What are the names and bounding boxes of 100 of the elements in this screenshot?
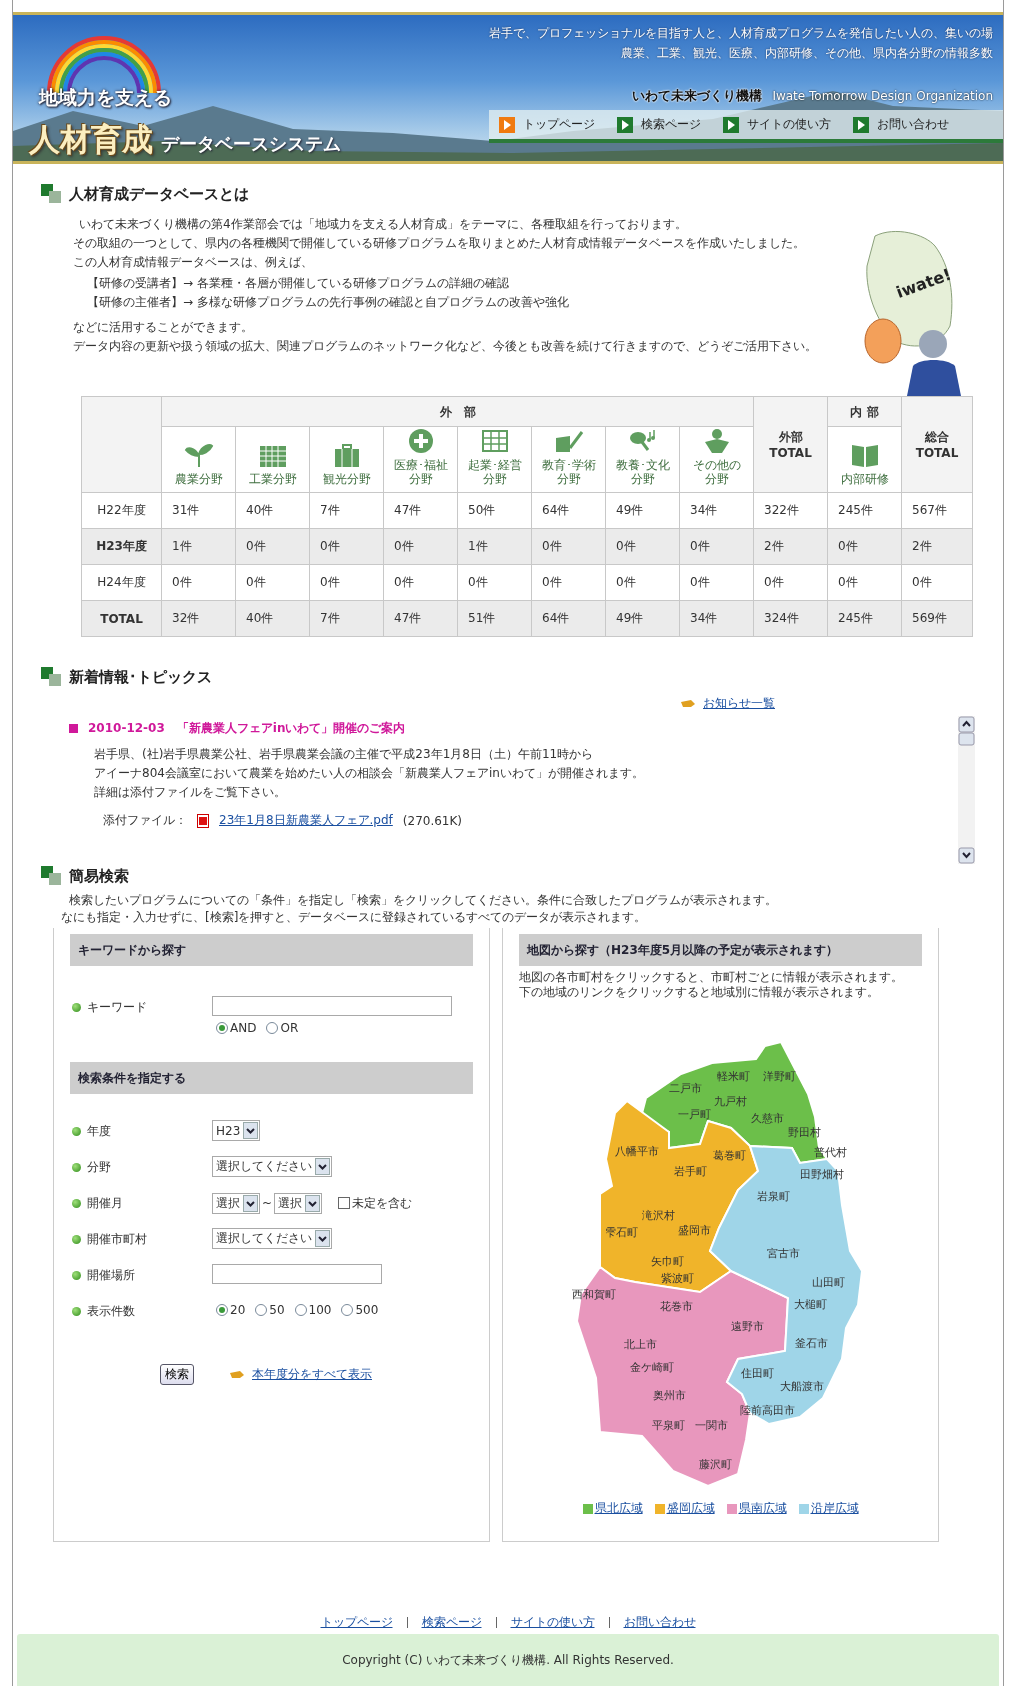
town-label[interactable]: 盛岡市 xyxy=(677,1222,711,1238)
select-field[interactable]: 選択 xyxy=(212,1192,260,1214)
pencil-icon xyxy=(681,698,695,709)
table-cell: 49件 xyxy=(605,492,680,529)
keyword-input[interactable] xyxy=(212,996,452,1016)
footer-link[interactable]: トップページ xyxy=(306,1617,407,1628)
region-link[interactable]: 県南広域 xyxy=(738,1500,787,1517)
radio-button[interactable] xyxy=(266,1022,279,1034)
news-list-link[interactable]: お知らせ一覧 xyxy=(703,695,775,712)
select-field[interactable]: 選択してください xyxy=(212,1156,332,1177)
category-label: 観光分野 xyxy=(322,472,371,486)
radio-button[interactable] xyxy=(294,1304,307,1316)
table-cell: 34件 xyxy=(679,600,754,637)
town-label[interactable]: 雫石町 xyxy=(604,1224,638,1240)
town-label[interactable]: 藤沢町 xyxy=(698,1456,732,1472)
grid-icon xyxy=(479,428,510,454)
town-label[interactable]: 一関市 xyxy=(694,1417,728,1433)
town-label[interactable]: 葛巻町 xyxy=(712,1147,746,1163)
organization-name: いわて未来づくり機構 xyxy=(632,87,763,105)
town-label[interactable]: 釜石市 xyxy=(794,1335,828,1351)
town-label[interactable]: 金ケ崎町 xyxy=(630,1359,674,1375)
pdf-icon xyxy=(197,813,209,828)
radio-option[interactable]: 100 xyxy=(294,1303,332,1317)
town-label[interactable]: 平泉町 xyxy=(651,1417,685,1433)
square-icon xyxy=(69,724,78,733)
row-header: H23年度 xyxy=(81,528,162,565)
town-label[interactable]: 奥州市 xyxy=(652,1387,686,1403)
table-cell: 7件 xyxy=(309,492,384,529)
section-icon xyxy=(41,866,63,886)
select-field[interactable]: 選択してください xyxy=(212,1228,332,1249)
show-all-link[interactable]: 本年度分をすべて表示 xyxy=(252,1366,372,1383)
footer-link[interactable]: 検索ページ xyxy=(406,1617,496,1628)
town-label[interactable]: 九戸村 xyxy=(713,1093,747,1109)
town-label[interactable]: 遠野市 xyxy=(730,1318,764,1334)
town-label[interactable]: 宮古市 xyxy=(766,1245,800,1261)
attachment-link[interactable]: 23年1月8日新農業人フェア.pdf xyxy=(219,812,393,829)
caret-icon xyxy=(315,1230,330,1247)
category-label: その他の xyxy=(692,458,741,472)
caret-icon xyxy=(305,1194,321,1212)
town-label[interactable]: 大槌町 xyxy=(793,1296,827,1312)
town-label[interactable]: 八幡平市 xyxy=(615,1143,659,1159)
radio-button[interactable] xyxy=(216,1022,228,1034)
town-label[interactable]: 大船渡市 xyxy=(780,1378,824,1394)
copyright-text: Copyright (C) いわて未来づくり機構. All Rights Reserved. xyxy=(342,1651,674,1669)
town-label[interactable]: 紫波町 xyxy=(660,1270,694,1286)
checkbox-option[interactable]: 未定を含む xyxy=(338,1194,413,1212)
radio-button[interactable] xyxy=(255,1304,268,1316)
town-label[interactable]: 洋野町 xyxy=(762,1068,796,1084)
tagline: 農業、工業、観光、医療、内部研修、その他、県内各分野の情報多数 xyxy=(621,45,993,62)
table-cell: 47件 xyxy=(383,492,458,529)
town-label[interactable]: 住田町 xyxy=(740,1365,774,1381)
search-intro-text: 検索したいプログラムについての「条件」を指定し「検索」をクリックしてください。条件に合致したプログラムが表示されます。 xyxy=(68,892,778,909)
table-cell: 0件 xyxy=(679,528,754,565)
town-label[interactable]: 西和賀町 xyxy=(572,1286,616,1302)
town-label[interactable]: 田野畑村 xyxy=(800,1166,844,1182)
town-label[interactable]: 軽米町 xyxy=(716,1068,750,1084)
radio-option[interactable]: 500 xyxy=(341,1303,379,1317)
table-header-text: TOTAL xyxy=(915,444,959,461)
town-label[interactable]: 滝沢村 xyxy=(641,1207,675,1223)
caret-icon xyxy=(315,1158,330,1175)
table-cell: 0件 xyxy=(531,528,606,565)
section-title: 簡易検索 xyxy=(69,866,129,886)
radio-option[interactable]: 20 xyxy=(216,1303,246,1317)
town-label[interactable]: 二戸市 xyxy=(668,1080,702,1096)
search-button[interactable]: 検索 xyxy=(160,1364,194,1385)
radio-button[interactable] xyxy=(341,1304,354,1316)
town-label[interactable]: 山田町 xyxy=(811,1274,845,1290)
radio-option[interactable]: 50 xyxy=(255,1303,285,1317)
bullet-icon xyxy=(72,1162,81,1172)
town-label[interactable]: 岩手町 xyxy=(673,1163,707,1179)
field-label: 開催月 xyxy=(87,1194,123,1212)
category-label: 農業分野 xyxy=(174,472,223,486)
region-link[interactable]: 盛岡広域 xyxy=(666,1500,715,1517)
footer-link[interactable]: サイトの使い方 xyxy=(495,1617,609,1628)
region-link[interactable]: 県北広域 xyxy=(594,1500,643,1517)
range-separator: ~ xyxy=(262,1196,273,1210)
checkbox[interactable] xyxy=(338,1197,351,1209)
nav-link[interactable]: お問い合わせ xyxy=(853,116,949,133)
nav-link[interactable]: トップページ xyxy=(499,116,595,133)
town-label[interactable]: 北上市 xyxy=(623,1336,657,1352)
table-cell: 64件 xyxy=(531,600,606,637)
table-header-text: 総合 xyxy=(925,428,949,445)
tagline: 岩手で、プロフェッショナルを目指す人と、人材育成プログラムを発信したい人の、集いの場 xyxy=(489,25,993,42)
nav-link[interactable]: 検索ページ xyxy=(617,116,701,133)
radio-option[interactable]: AND xyxy=(216,1021,257,1035)
town-label[interactable]: 矢巾町 xyxy=(650,1253,684,1269)
select-field[interactable]: H23 xyxy=(212,1120,261,1141)
select-field[interactable]: 選択 xyxy=(274,1192,323,1214)
radio-option[interactable]: OR xyxy=(266,1021,299,1035)
news-title: 2010-12-03 「新農業人フェアinいわて」開催のご案内 xyxy=(69,720,958,737)
table-cell: 0件 xyxy=(901,564,973,601)
nav-link[interactable]: サイトの使い方 xyxy=(723,116,831,133)
footer-link[interactable]: お問い合わせ xyxy=(608,1617,710,1628)
radio-button[interactable] xyxy=(216,1304,228,1316)
town-label[interactable]: 花巻市 xyxy=(659,1298,693,1314)
town-label[interactable]: 岩泉町 xyxy=(756,1188,790,1204)
region-link[interactable]: 沿岸広域 xyxy=(810,1500,859,1517)
town-label[interactable]: 一戸町 xyxy=(677,1106,711,1122)
town-label[interactable]: 久慈市 xyxy=(750,1110,784,1126)
input-field[interactable] xyxy=(212,1264,382,1284)
